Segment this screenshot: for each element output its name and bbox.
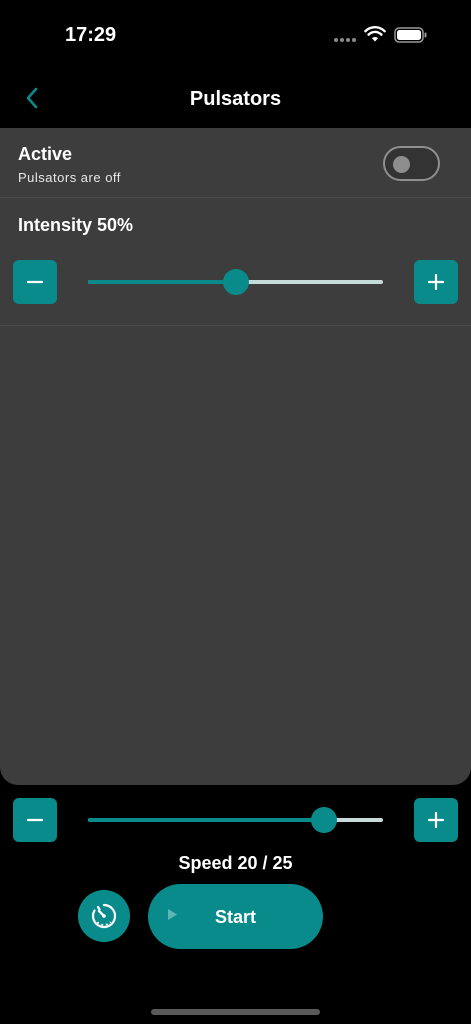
speed-increase-button[interactable] (414, 798, 458, 842)
plus-icon (427, 273, 445, 291)
intensity-increase-button[interactable] (414, 260, 458, 304)
timer-button[interactable] (78, 890, 130, 942)
intensity-label: Intensity 50% (18, 215, 134, 235)
intensity-slider-fill (88, 280, 236, 284)
active-row: Active Pulsators are off (0, 128, 471, 198)
intensity-slider-thumb[interactable] (222, 269, 249, 295)
status-time: 17:29 (65, 24, 117, 46)
speed-slider-fill (88, 818, 324, 822)
active-label: Active (18, 144, 73, 164)
intensity-row: Intensity 50% (0, 199, 471, 326)
active-toggle[interactable] (383, 146, 440, 181)
minus-icon (26, 818, 44, 822)
start-label: Start (214, 907, 256, 927)
navigation-bar: Pulsators (0, 70, 471, 128)
wifi-icon (364, 26, 386, 42)
toggle-knob (393, 156, 410, 173)
speed-slider-thumb[interactable] (311, 807, 337, 833)
status-bar: 17:29 (0, 0, 471, 70)
cellular-signal-icon (334, 38, 356, 42)
intensity-decrease-button[interactable] (13, 260, 57, 304)
speed-label: Speed 20 / 25 (178, 853, 293, 873)
speed-timer-icon (91, 903, 117, 929)
intensity-slider[interactable] (88, 269, 383, 295)
active-status-text: Pulsators are off (18, 170, 121, 185)
home-indicator (151, 1009, 320, 1015)
page-title: Pulsators (189, 88, 282, 110)
battery-icon (394, 27, 427, 43)
speed-decrease-button[interactable] (13, 798, 57, 842)
speed-slider[interactable] (88, 807, 383, 833)
settings-panel: Active Pulsators are off Intensity 50% (0, 128, 471, 785)
minus-icon (26, 280, 44, 284)
plus-icon (427, 811, 445, 829)
start-button[interactable]: Start (148, 884, 323, 949)
